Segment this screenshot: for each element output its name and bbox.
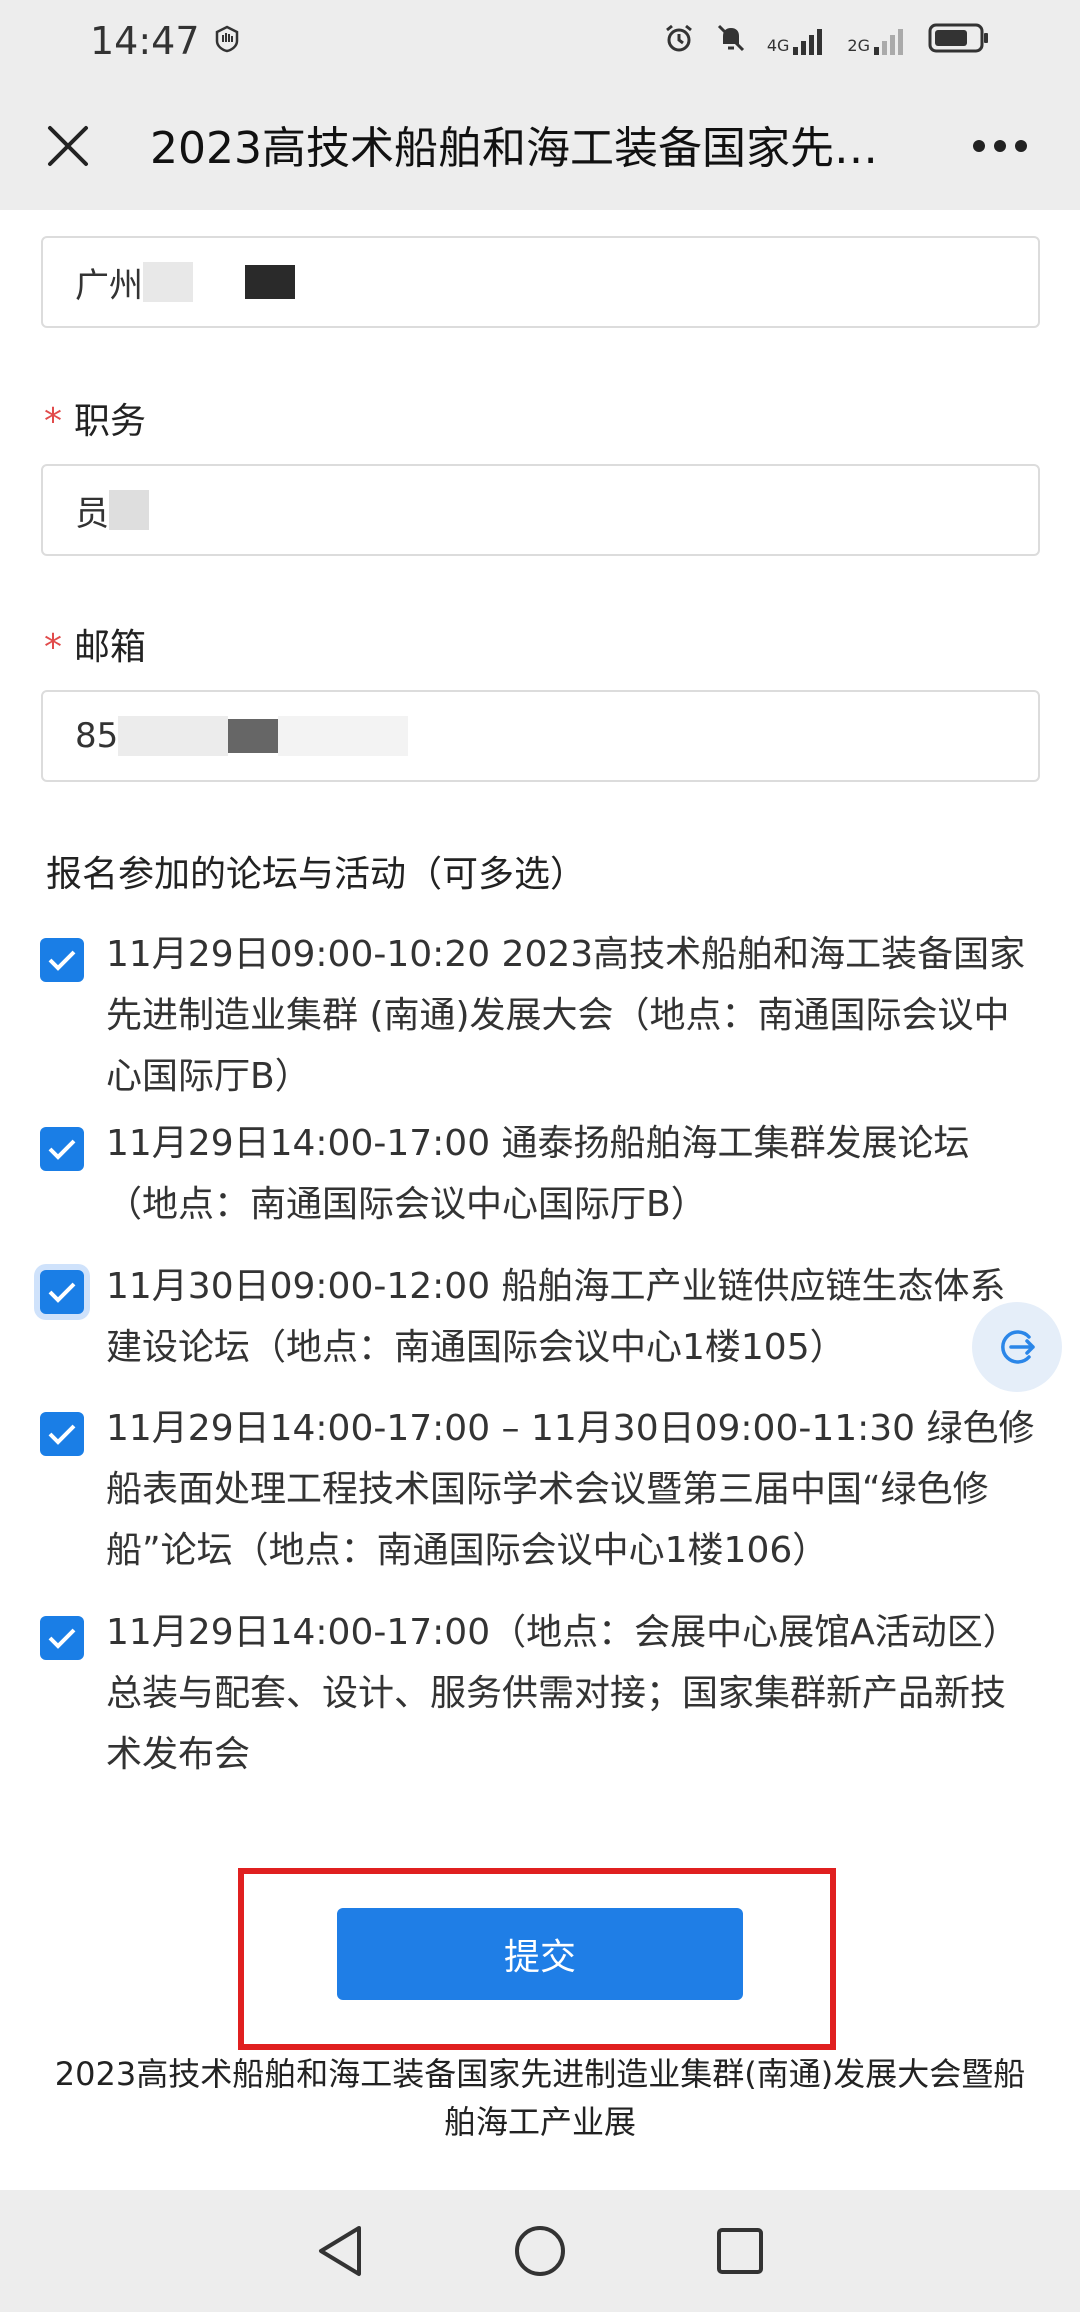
checkbox[interactable]: [40, 1270, 84, 1314]
activity-option[interactable]: 11月29日14:00-17:00 – 11月30日09:00-11:30 绿色…: [40, 1404, 1040, 1581]
close-icon: [48, 126, 88, 166]
email-label-text: 邮箱: [74, 627, 147, 668]
activity-option-label: 11月29日14:00-17:00 – 11月30日09:00-11:30 绿色…: [106, 1408, 1035, 1571]
check-icon: [48, 950, 76, 971]
activity-option-label: 11月29日14:00-17:00（地点：会展中心展馆A活动区） 总装与配套、设…: [106, 1612, 1019, 1775]
required-mark: *: [44, 401, 62, 442]
check-icon: [48, 1628, 76, 1649]
close-button[interactable]: [28, 106, 108, 186]
floating-action-button[interactable]: [972, 1302, 1062, 1392]
footer-text: 2023高技术船舶和海工装备国家先进制造业集群(南通)发展大会暨船舶海工产业展: [54, 2055, 1026, 2141]
clock-text: 14:47: [90, 19, 200, 63]
system-nav-bar: [0, 2190, 1080, 2312]
network-4g-label: 4G: [766, 36, 790, 55]
checkbox[interactable]: [40, 1127, 84, 1171]
submit-button[interactable]: 提交: [337, 1908, 743, 2000]
alarm-icon: [663, 22, 695, 61]
nav-bar: 2023高技术船舶和海工装备国家先…: [0, 82, 1080, 210]
activity-option-label: 11月30日09:00-12:00 船舶海工产业链供应链生态体系建设论坛（地点：…: [106, 1266, 1006, 1368]
redacted-blur: [109, 490, 149, 530]
signal-2g-icon: 2G: [847, 27, 908, 55]
more-button[interactable]: [960, 106, 1040, 186]
redacted-block: [245, 265, 295, 299]
position-value: 员: [75, 493, 109, 534]
checkbox[interactable]: [40, 938, 84, 982]
position-input[interactable]: 员: [41, 464, 1040, 556]
checkbox[interactable]: [40, 1412, 84, 1456]
mute-bell-icon: [715, 22, 747, 61]
check-icon: [48, 1424, 76, 1445]
exit-arrow-icon: [1001, 1330, 1035, 1364]
check-icon: [48, 1139, 76, 1160]
redacted-block: [228, 719, 279, 753]
position-label-text: 职务: [74, 401, 147, 442]
status-time: 14:47: [90, 19, 242, 63]
recents-square-icon: [717, 2228, 763, 2274]
status-icons: 4G 2G: [663, 22, 990, 61]
recents-button[interactable]: [700, 2211, 780, 2291]
activity-option-label: 11月29日14:00-17:00 通泰扬船舶海工集群发展论坛（地点：南通国际会…: [106, 1123, 970, 1225]
form-content: 广州 * 职务 员 * 邮箱 85 报名参加的论坛与活动（可多选） 11月29日09…: [0, 210, 1080, 2190]
activity-option-label: 11月29日09:00-10:20 2023高技术船舶和海工装备国家先进制造业集…: [106, 934, 1026, 1097]
page-title: 2023高技术船舶和海工装备国家先…: [150, 123, 878, 174]
required-mark: *: [44, 627, 62, 668]
position-label: * 职务: [44, 392, 146, 444]
activity-option[interactable]: 11月29日14:00-17:00（地点：会展中心展馆A活动区） 总装与配套、设…: [40, 1608, 1040, 1785]
signal-4g-icon: 4G: [767, 27, 828, 55]
redacted-blur: [118, 716, 229, 756]
back-triangle-icon: [319, 2226, 361, 2276]
network-2g-label: 2G: [847, 36, 870, 55]
activity-option[interactable]: 11月29日14:00-17:00 通泰扬船舶海工集群发展论坛（地点：南通国际会…: [40, 1119, 1040, 1235]
check-icon: [48, 1282, 76, 1303]
more-icon: [973, 140, 1027, 152]
back-button[interactable]: [300, 2211, 380, 2291]
home-button[interactable]: [500, 2211, 580, 2291]
home-circle-icon: [515, 2226, 565, 2276]
email-label: * 邮箱: [44, 618, 146, 670]
company-input[interactable]: 广州: [41, 236, 1040, 328]
hand-icon: [212, 19, 242, 63]
email-input[interactable]: 85: [41, 690, 1040, 782]
email-value: 85: [75, 716, 119, 756]
redacted-blur: [278, 716, 409, 756]
company-value: 广州: [75, 265, 143, 306]
activity-option[interactable]: 11月29日09:00-10:20 2023高技术船舶和海工装备国家先进制造业集…: [40, 930, 1040, 1107]
redacted-blur: [143, 262, 193, 302]
status-bar: 14:47 4G 2G: [0, 0, 1080, 82]
battery-icon: [928, 22, 990, 61]
activities-title: 报名参加的论坛与活动（可多选）: [46, 854, 587, 895]
checkbox[interactable]: [40, 1616, 84, 1660]
activity-option[interactable]: 11月30日09:00-12:00 船舶海工产业链供应链生态体系建设论坛（地点：…: [40, 1262, 1040, 1378]
